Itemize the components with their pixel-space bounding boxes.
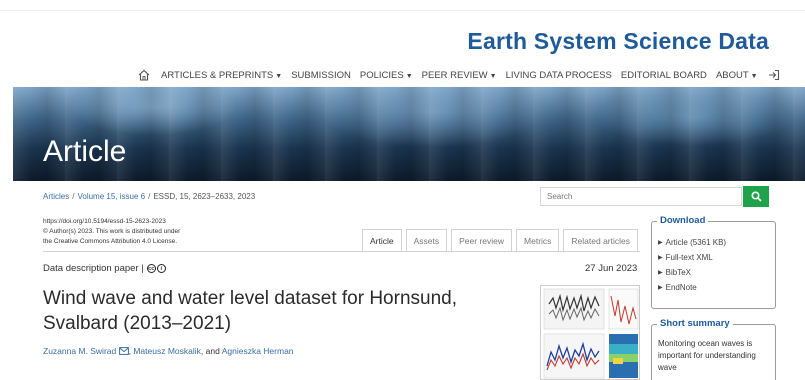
nav-policies[interactable]: POLICIES ▼ <box>360 70 413 81</box>
breadcrumb: Articles / Volume 15, issue 6/ESSD, 15, 26… <box>43 192 255 201</box>
nav-living-data-process[interactable]: LIVING DATA PROCESS <box>506 70 612 81</box>
download-bibtex[interactable]: ▶ BibTeX <box>658 265 769 280</box>
envelope-icon[interactable] <box>118 347 129 355</box>
search-button[interactable] <box>743 186 769 207</box>
banner-title: Article <box>43 135 127 168</box>
short-summary-box: Short summary Monitoring ocean waves is … <box>651 318 776 380</box>
breadcrumb-citation: ESSD, 15, 2623–2633, 2023 <box>153 192 256 201</box>
download-endnote[interactable]: ▶ EndNote <box>658 280 769 295</box>
download-fulltext-xml[interactable]: ▶ Full-text XML <box>658 250 769 265</box>
author-name[interactable]: Zuzanna M. Swirad <box>43 346 116 356</box>
chevron-down-icon: ▼ <box>489 72 497 80</box>
article-tabs: Article Assets Peer review Metrics Relat… <box>362 229 639 251</box>
publication-date: 27 Jun 2023 <box>585 263 638 274</box>
caret-right-icon: ▶ <box>658 255 663 261</box>
nav-about[interactable]: ABOUT ▼ <box>716 70 758 81</box>
article-banner: Article <box>13 87 805 181</box>
search-icon <box>750 191 762 202</box>
breadcrumb-separator: / <box>72 192 75 201</box>
tab-related-articles[interactable]: Related articles <box>563 229 639 251</box>
copyright-text: © Author(s) 2023. This work is distribut… <box>43 228 181 235</box>
author-name[interactable]: Mateusz Moskalik <box>133 346 201 356</box>
tab-assets[interactable]: Assets <box>405 229 448 251</box>
nav-editorial-board[interactable]: EDITORIAL BOARD <box>621 70 707 81</box>
download-article-pdf[interactable]: ▶ Article (5361 KB) <box>658 235 769 250</box>
caret-right-icon: ▶ <box>658 285 663 291</box>
license-text: the Creative Commons Attribution 4.0 Lic… <box>43 238 178 245</box>
download-box: Download ▶ Article (5361 KB) ▶ Full-text X… <box>651 215 776 309</box>
chevron-down-icon: ▼ <box>750 72 758 80</box>
paper-type-label: Data description paper | <box>43 263 144 274</box>
search-input[interactable] <box>540 187 742 206</box>
login-icon[interactable] <box>767 68 781 82</box>
paper-title: Wind wave and water level dataset for Ho… <box>43 288 457 334</box>
doi-link[interactable]: https://doi.org/10.5194/essd-15-2623-202… <box>43 217 180 227</box>
main-nav: ARTICLES & PREPRINTS ▼ SUBMISSION POLICIE… <box>137 66 781 84</box>
breadcrumb-volume[interactable]: Volume 15, issue 6 <box>77 192 145 201</box>
author-name[interactable]: Agnieszka Herman <box>222 346 294 356</box>
caret-right-icon: ▶ <box>658 240 663 246</box>
journal-title[interactable]: Earth System Science Data <box>467 28 769 55</box>
author-list: Zuzanna M. Swirad , Mateusz Moskalik, an… <box>43 346 294 356</box>
banner-background <box>13 87 805 181</box>
tab-peer-review[interactable]: Peer review <box>451 229 513 251</box>
top-divider <box>0 10 805 11</box>
short-summary-text: Monitoring ocean waves is important for … <box>658 339 756 372</box>
graphical-abstract-thumbnail[interactable] <box>540 285 640 380</box>
paper-type: Data description paper | cc i <box>43 263 166 274</box>
cc-by-icon[interactable]: cc i <box>146 264 166 273</box>
article-meta: https://doi.org/10.5194/essd-15-2623-202… <box>43 217 180 247</box>
tab-metrics[interactable]: Metrics <box>516 229 560 251</box>
tab-divider <box>43 251 640 252</box>
breadcrumb-separator: / <box>148 192 151 201</box>
short-summary-heading: Short summary <box>657 318 733 329</box>
caret-right-icon: ▶ <box>658 270 663 276</box>
nav-articles-preprints[interactable]: ARTICLES & PREPRINTS ▼ <box>161 70 282 81</box>
home-icon[interactable] <box>137 68 151 82</box>
breadcrumb-articles[interactable]: Articles <box>43 192 69 201</box>
chevron-down-icon: ▼ <box>275 72 283 80</box>
author-separator: , and <box>200 346 222 356</box>
nav-peer-review[interactable]: PEER REVIEW ▼ <box>422 70 497 81</box>
tab-article[interactable]: Article <box>362 229 402 251</box>
nav-submission[interactable]: SUBMISSION <box>291 70 351 81</box>
download-heading: Download <box>657 215 709 226</box>
chevron-down-icon: ▼ <box>405 72 413 80</box>
